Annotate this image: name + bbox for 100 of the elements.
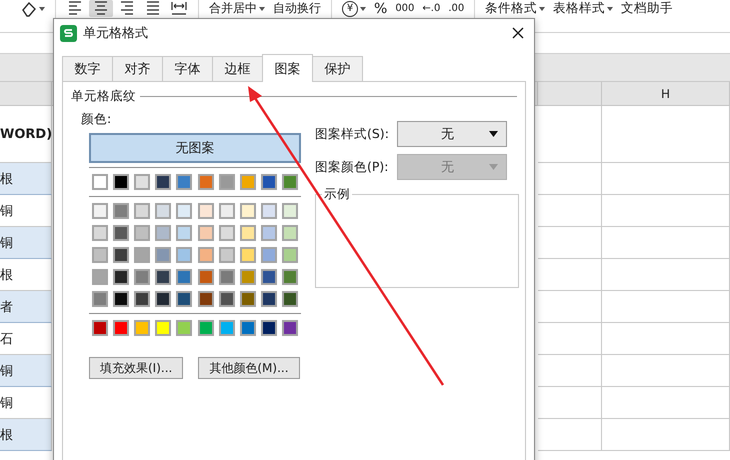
color-swatch[interactable] <box>260 320 277 336</box>
tab[interactable]: 边框 <box>212 56 263 81</box>
color-swatch[interactable] <box>282 247 298 263</box>
color-swatch[interactable] <box>134 225 150 241</box>
number-format-button[interactable]: ←.0 <box>419 0 444 17</box>
color-swatch[interactable] <box>240 320 256 336</box>
color-swatch[interactable] <box>92 320 108 336</box>
alignment-icon <box>92 0 110 17</box>
color-swatch[interactable] <box>92 247 108 263</box>
color-swatch[interactable] <box>176 174 192 190</box>
toolbar-button[interactable]: 条件格式 <box>482 0 548 17</box>
color-swatch[interactable] <box>134 269 150 285</box>
toolbar-button[interactable]: 文档助手 <box>618 0 676 17</box>
color-swatch[interactable] <box>218 247 235 263</box>
color-swatch[interactable] <box>92 291 108 307</box>
color-swatch[interactable] <box>282 174 298 190</box>
no-pattern-button[interactable]: 无图案 <box>89 133 301 163</box>
color-swatch[interactable] <box>240 247 256 263</box>
color-swatch[interactable] <box>113 247 130 263</box>
number-format-button[interactable]: % <box>371 0 390 17</box>
toolbar-button[interactable]: 自动换行 <box>270 0 324 17</box>
dialog-button[interactable]: 填充效果(I)... <box>89 357 184 379</box>
color-swatch[interactable] <box>134 174 150 190</box>
column-header[interactable] <box>0 82 52 106</box>
color-swatch[interactable] <box>240 269 256 285</box>
color-swatch[interactable] <box>260 291 277 307</box>
color-swatch[interactable] <box>155 225 172 241</box>
color-swatch[interactable] <box>134 320 150 336</box>
table-cell <box>538 323 602 355</box>
color-swatch[interactable] <box>218 174 235 190</box>
toolbar-button[interactable]: 合并居中 <box>206 0 268 17</box>
color-swatch[interactable] <box>155 291 172 307</box>
color-swatch[interactable] <box>260 203 277 219</box>
color-swatch[interactable] <box>218 225 235 241</box>
color-swatch[interactable] <box>198 269 214 285</box>
color-swatch[interactable] <box>92 269 108 285</box>
color-swatch[interactable] <box>198 320 214 336</box>
color-swatch[interactable] <box>155 320 172 336</box>
dialog-button[interactable]: 其他颜色(M)... <box>198 357 300 379</box>
color-swatch[interactable] <box>113 291 130 307</box>
color-swatch[interactable] <box>155 269 172 285</box>
color-swatch[interactable] <box>113 269 130 285</box>
color-swatch[interactable] <box>176 225 192 241</box>
color-swatch[interactable] <box>198 225 214 241</box>
color-swatch[interactable] <box>134 247 150 263</box>
color-swatch[interactable] <box>92 203 108 219</box>
number-format-button[interactable]: 000 <box>392 0 418 17</box>
table-cell <box>538 106 602 163</box>
color-swatch[interactable] <box>176 247 192 263</box>
color-swatch[interactable] <box>113 203 130 219</box>
color-swatch[interactable] <box>218 291 235 307</box>
color-swatch[interactable] <box>113 174 130 190</box>
tab[interactable]: 数字 <box>62 56 113 81</box>
color-swatch[interactable] <box>134 203 150 219</box>
tab[interactable]: 图案 <box>262 54 313 82</box>
color-swatch[interactable] <box>92 174 108 190</box>
color-swatch[interactable] <box>198 291 214 307</box>
color-swatch[interactable] <box>113 320 130 336</box>
color-swatch[interactable] <box>240 225 256 241</box>
color-swatch[interactable] <box>218 269 235 285</box>
color-swatch[interactable] <box>198 247 214 263</box>
toolbar-button[interactable]: 表格样式 <box>550 0 616 17</box>
tab[interactable]: 保护 <box>312 56 363 81</box>
color-swatch[interactable] <box>260 174 277 190</box>
color-swatch[interactable] <box>198 203 214 219</box>
field-label: 图案样式(S): <box>315 126 390 142</box>
tab[interactable]: 对齐 <box>112 56 163 81</box>
color-swatch[interactable] <box>240 174 256 190</box>
color-swatch[interactable] <box>134 291 150 307</box>
tab[interactable]: 字体 <box>162 56 213 81</box>
align-button[interactable] <box>89 0 113 17</box>
color-swatch[interactable] <box>282 225 298 241</box>
color-swatch[interactable] <box>218 320 235 336</box>
table-cell: 根 <box>0 163 52 195</box>
alignment-icon <box>144 0 162 17</box>
color-swatch[interactable] <box>240 291 256 307</box>
color-swatch[interactable] <box>282 291 298 307</box>
color-swatch[interactable] <box>240 203 256 219</box>
color-swatch[interactable] <box>176 320 192 336</box>
color-swatch[interactable] <box>176 291 192 307</box>
color-swatch[interactable] <box>260 269 277 285</box>
column-header[interactable]: H <box>602 82 730 106</box>
color-swatch[interactable] <box>155 203 172 219</box>
dropdown-field[interactable]: 无 <box>397 121 507 147</box>
color-swatch[interactable] <box>176 203 192 219</box>
color-swatch[interactable] <box>155 174 172 190</box>
color-swatch[interactable] <box>282 269 298 285</box>
color-swatch[interactable] <box>282 320 298 336</box>
color-swatch[interactable] <box>92 225 108 241</box>
color-swatch[interactable] <box>260 247 277 263</box>
color-swatch[interactable] <box>282 203 298 219</box>
color-swatch[interactable] <box>218 203 235 219</box>
color-swatch[interactable] <box>176 269 192 285</box>
color-swatch[interactable] <box>155 247 172 263</box>
color-swatch[interactable] <box>113 225 130 241</box>
number-format-button[interactable]: .00 <box>445 0 468 17</box>
table-cell: 者 <box>0 291 52 323</box>
color-swatch[interactable] <box>198 174 214 190</box>
color-label: 颜色: <box>81 111 112 128</box>
color-swatch[interactable] <box>260 225 277 241</box>
